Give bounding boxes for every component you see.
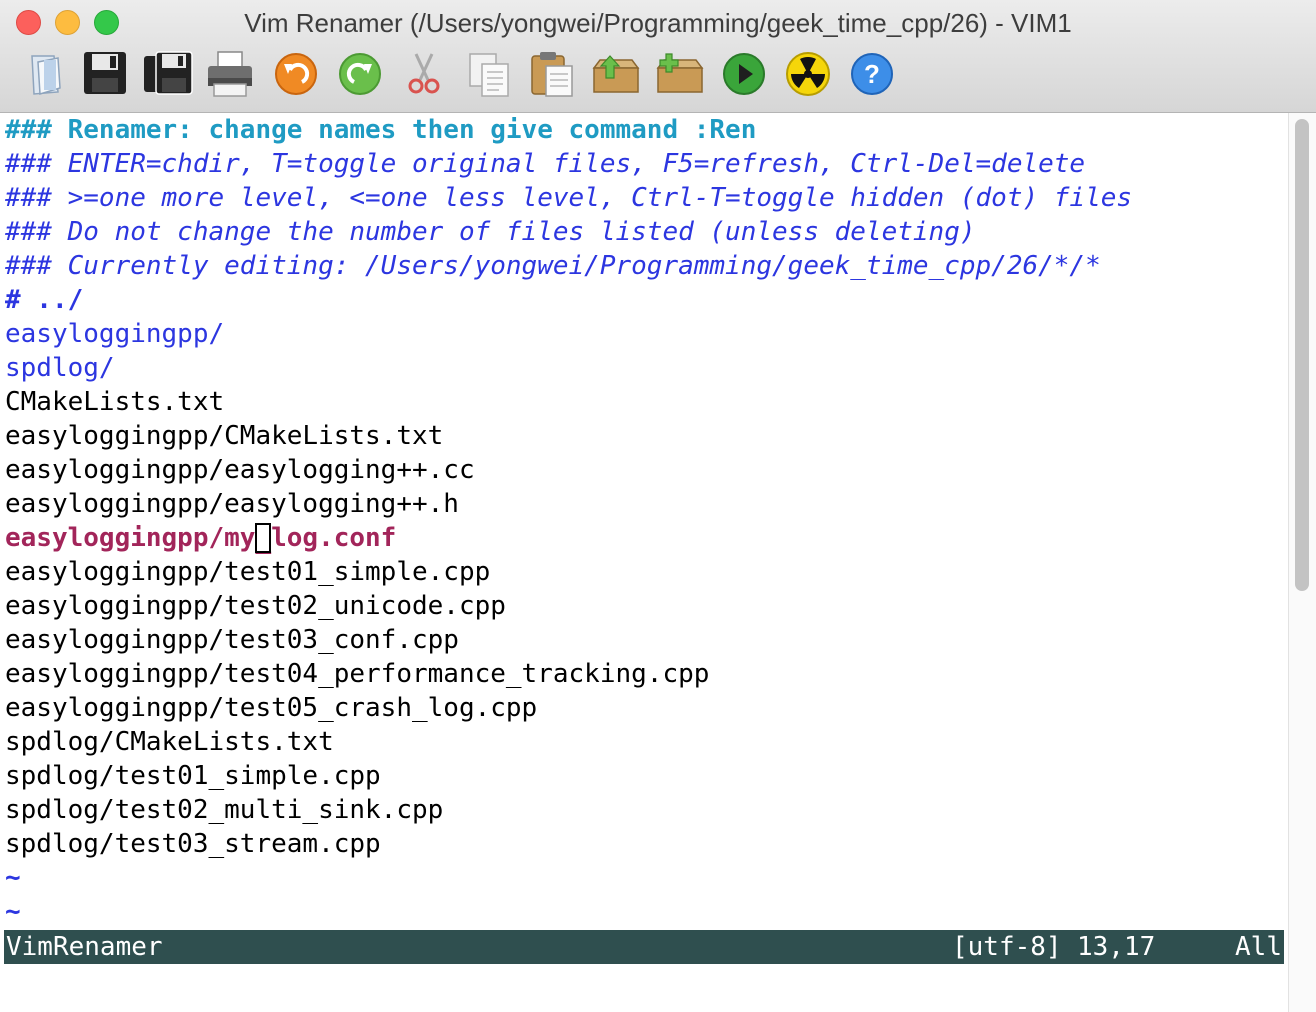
file-line[interactable]: spdlog/test03_stream.cpp <box>5 827 381 861</box>
save-icon <box>84 52 126 94</box>
help-line: ### Currently editing: /Users/yongwei/Pr… <box>5 251 1101 281</box>
file-line[interactable]: easyloggingpp/test01_simple.cpp <box>5 555 490 589</box>
current-line-after-cursor: log.conf <box>271 523 397 553</box>
help-line: ### Do not change the number of files li… <box>5 217 976 247</box>
current-line-text: easyloggingpp/my_log.conf <box>5 523 397 555</box>
directory-line[interactable]: spdlog/ <box>5 351 115 385</box>
copy-icon <box>469 53 509 97</box>
file-line[interactable]: CMakeLists.txt <box>5 385 224 419</box>
vertical-scrollbar[interactable] <box>1288 113 1316 1012</box>
run-script-button[interactable] <box>718 48 770 100</box>
file-line[interactable]: easyloggingpp/easylogging++.cc <box>5 453 475 487</box>
status-scroll-position: All <box>1235 932 1282 962</box>
redo-icon <box>339 53 381 95</box>
paste-button[interactable] <box>526 48 578 100</box>
title-bar: Vim Renamer (/Users/yongwei/Programming/… <box>0 0 1316 113</box>
print-button[interactable] <box>204 48 256 100</box>
file-line[interactable]: spdlog/CMakeLists.txt <box>5 725 334 759</box>
file-line[interactable]: easyloggingpp/test03_conf.cpp <box>5 623 459 657</box>
status-cursor-position: 13,17 <box>1077 932 1156 962</box>
parent-dir-line[interactable]: # ../ <box>5 283 83 317</box>
file-line[interactable]: easyloggingpp/test02_unicode.cpp <box>5 589 506 623</box>
file-line[interactable]: easyloggingpp/easylogging++.h <box>5 487 459 521</box>
open-file-button[interactable] <box>18 48 70 100</box>
status-line: VimRenamer [utf-8] 13,17 All <box>4 930 1284 964</box>
paste-icon <box>531 52 573 97</box>
help-line: ### ENTER=chdir, T=toggle original files… <box>5 149 1086 179</box>
empty-line-marker: ~ <box>5 863 21 893</box>
open-file-icon <box>31 55 61 95</box>
file-line[interactable]: easyloggingpp/test05_crash_log.cpp <box>5 691 537 725</box>
save-session-button[interactable] <box>654 48 706 100</box>
svg-text:?: ? <box>864 59 880 89</box>
save-button[interactable] <box>80 48 132 100</box>
help-button[interactable]: ? <box>846 48 898 100</box>
save-all-button[interactable] <box>142 48 194 100</box>
print-icon <box>208 51 252 97</box>
file-line[interactable]: spdlog/test02_multi_sink.cpp <box>5 793 443 827</box>
current-line-before-cursor: easyloggingpp/my <box>5 523 256 553</box>
empty-line-marker: ~ <box>5 897 21 927</box>
help-icon: ? <box>851 53 893 95</box>
load-session-button[interactable] <box>590 48 642 100</box>
header-line: ### Renamer: change names then give comm… <box>5 115 757 145</box>
cut-icon <box>408 53 440 94</box>
load-session-icon <box>592 55 640 93</box>
cut-button[interactable] <box>398 48 450 100</box>
help-line: ### >=one more level, <=one less level, … <box>5 183 1133 213</box>
make-button[interactable] <box>782 48 834 100</box>
editor-buffer[interactable]: ### Renamer: change names then give comm… <box>0 113 1290 1012</box>
copy-button[interactable] <box>464 48 516 100</box>
save-session-icon <box>656 53 704 93</box>
current-file-line[interactable]: easyloggingpp/my_log.conf <box>5 521 396 555</box>
status-encoding: [utf-8] <box>952 932 1062 962</box>
file-line[interactable]: easyloggingpp/test04_performance_trackin… <box>5 657 709 691</box>
save-all-icon <box>144 51 193 95</box>
make-icon <box>786 52 830 96</box>
file-line[interactable]: spdlog/test01_simple.cpp <box>5 759 381 793</box>
run-script-icon <box>723 53 765 95</box>
scrollbar-thumb[interactable] <box>1295 119 1309 591</box>
undo-button[interactable] <box>270 48 322 100</box>
directory-line[interactable]: easyloggingpp/ <box>5 317 224 351</box>
file-line[interactable]: easyloggingpp/CMakeLists.txt <box>5 419 443 453</box>
window-title: Vim Renamer (/Users/yongwei/Programming/… <box>244 8 1072 38</box>
vim-window: Vim Renamer (/Users/yongwei/Programming/… <box>0 0 1316 1012</box>
undo-icon <box>275 53 317 95</box>
redo-button[interactable] <box>334 48 386 100</box>
status-buffer-name: VimRenamer <box>6 932 163 962</box>
text-cursor: _ <box>255 523 272 555</box>
